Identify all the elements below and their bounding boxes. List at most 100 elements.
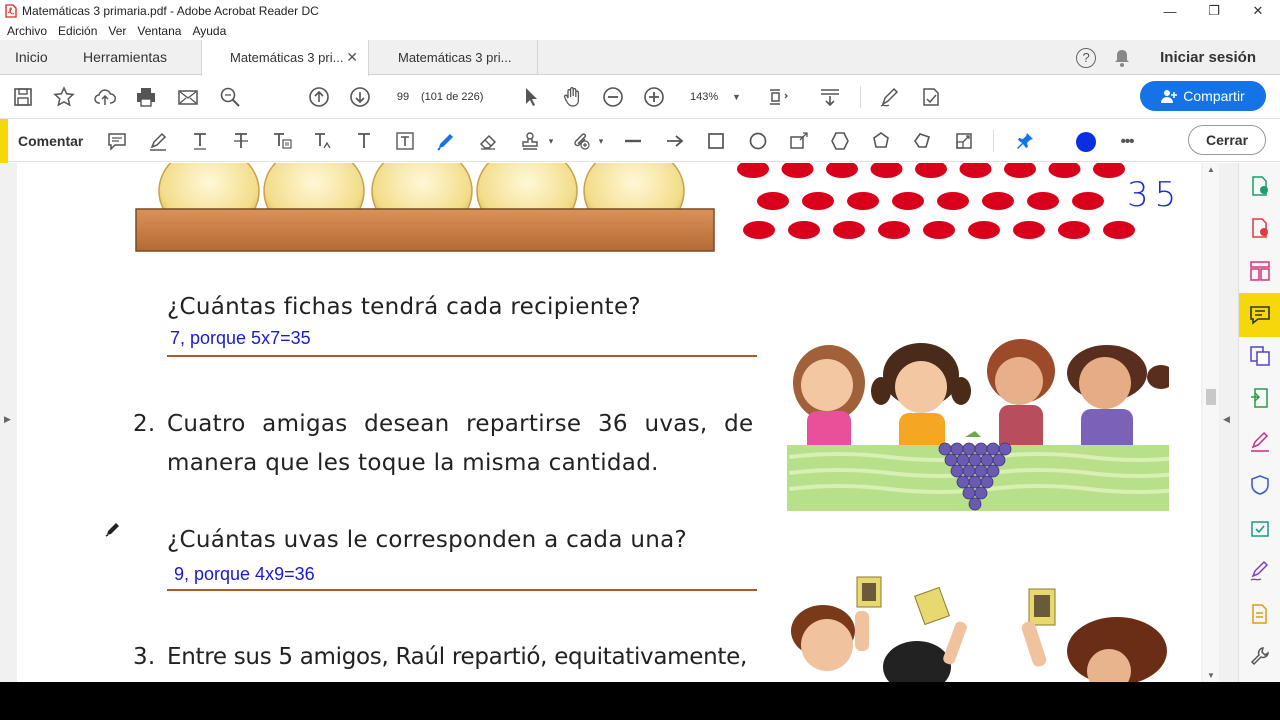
minimize-button[interactable]: —	[1148, 0, 1192, 22]
send-for-review-icon[interactable]	[1249, 517, 1271, 539]
red-chip	[937, 192, 969, 210]
close-window-button[interactable]: ✕	[1236, 0, 1280, 22]
fill-sign-icon[interactable]	[1249, 431, 1271, 453]
polygon-tool-icon[interactable]	[829, 130, 851, 152]
help-icon[interactable]: ?	[1076, 47, 1097, 68]
document-viewport[interactable]: ▶ 35 ¿Cuántas fichas tendrá cada recipie…	[0, 163, 1238, 682]
hand-tool-icon[interactable]	[560, 85, 584, 109]
acrobat-window: Matemáticas 3 primaria.pdf - Adobe Acrob…	[0, 0, 1280, 682]
close-comment-button[interactable]: Cerrar	[1188, 125, 1266, 155]
print-icon[interactable]	[134, 85, 158, 109]
red-chip	[788, 221, 820, 239]
prepare-form-icon[interactable]	[1249, 603, 1271, 625]
right-panel-toggle-icon[interactable]: ◀	[1223, 414, 1230, 425]
stamp-icon[interactable]	[519, 130, 541, 152]
red-chip	[743, 221, 775, 239]
text-callout-icon[interactable]	[953, 130, 975, 152]
underline-text-icon[interactable]	[189, 130, 211, 152]
red-chip	[1093, 163, 1125, 178]
request-signature-icon[interactable]	[1249, 560, 1271, 582]
rectangle-tool-icon[interactable]	[705, 130, 727, 152]
attach-dropdown-icon[interactable]: ▾	[590, 130, 612, 152]
zoom-dropdown-icon[interactable]: ▼	[732, 86, 741, 108]
create-pdf-icon[interactable]	[1249, 217, 1271, 239]
page-fit-icon[interactable]	[766, 85, 790, 109]
strikethrough-icon[interactable]	[230, 130, 252, 152]
menu-ventana[interactable]: Ventana	[137, 24, 181, 38]
sign-in-link[interactable]: Iniciar sesión	[1160, 49, 1256, 66]
q3-line-1: Entre sus 5 amigos, Raúl repartió, equit…	[167, 644, 747, 670]
sign-pen-icon[interactable]	[878, 85, 902, 109]
girls-with-grapes-illustration	[787, 339, 1169, 511]
draw-pencil-icon[interactable]	[435, 130, 457, 152]
save-icon[interactable]	[11, 85, 35, 109]
protect-shield-icon[interactable]	[1249, 474, 1271, 496]
pin-keep-tool-icon[interactable]	[1014, 130, 1036, 152]
left-panel-toggle-icon[interactable]: ▶	[4, 414, 11, 425]
send-for-signature-icon[interactable]	[919, 85, 943, 109]
next-page-icon[interactable]	[348, 85, 372, 109]
highlight-icon[interactable]	[147, 130, 169, 152]
callout-tool-icon[interactable]	[788, 130, 810, 152]
red-chip	[1013, 221, 1045, 239]
zoom-out-icon[interactable]	[601, 85, 625, 109]
insert-text-icon[interactable]	[312, 130, 334, 152]
more-options-icon[interactable]: •••	[1116, 130, 1138, 152]
tab-inicio[interactable]: Inicio	[0, 40, 63, 75]
attach-file-icon[interactable]	[570, 130, 592, 152]
tab-document-active[interactable]: Matemáticas 3 pri... ✕	[201, 40, 369, 76]
red-chip	[982, 192, 1014, 210]
search-icon[interactable]	[218, 85, 242, 109]
export-pdf-icon[interactable]	[1249, 175, 1271, 197]
tab-document-2[interactable]: Matemáticas 3 pri...	[370, 40, 538, 75]
add-text-icon[interactable]	[353, 130, 375, 152]
red-chip	[1027, 192, 1059, 210]
q2-answer[interactable]: 9, porque 4x9=36	[174, 564, 315, 585]
scroll-up-icon[interactable]: ▲	[1207, 165, 1215, 174]
zoom-in-icon[interactable]	[642, 85, 666, 109]
cloud-tool-icon[interactable]	[870, 130, 892, 152]
oval-tool-icon[interactable]	[747, 130, 769, 152]
polyline-tool-icon[interactable]	[911, 130, 933, 152]
tab-herramientas[interactable]: Herramientas	[68, 40, 182, 75]
tab-close-icon[interactable]: ✕	[346, 40, 358, 75]
sticky-note-icon[interactable]	[106, 130, 128, 152]
pen-color-picker[interactable]	[1076, 132, 1096, 152]
restore-button[interactable]: ❐	[1192, 0, 1236, 22]
replace-text-icon[interactable]	[271, 130, 293, 152]
menu-ver[interactable]: Ver	[108, 24, 126, 38]
menu-archivo[interactable]: Archivo	[7, 24, 47, 38]
combine-files-icon[interactable]	[1249, 345, 1271, 367]
compress-pdf-icon[interactable]	[1249, 387, 1271, 409]
upload-cloud-icon[interactable]	[93, 85, 117, 109]
text-box-icon[interactable]	[394, 130, 416, 152]
scrollbar-thumb[interactable]	[1206, 389, 1216, 405]
eraser-icon[interactable]	[477, 130, 499, 152]
more-tools-wrench-icon[interactable]	[1249, 645, 1271, 667]
bookmark-star-icon[interactable]	[52, 85, 76, 109]
menu-ayuda[interactable]: Ayuda	[192, 24, 226, 38]
email-icon[interactable]	[176, 85, 200, 109]
scroll-down-icon[interactable]: ▼	[1207, 671, 1215, 680]
zoom-level[interactable]: 143%	[690, 86, 718, 108]
organize-pages-icon[interactable]	[1249, 260, 1271, 282]
notifications-bell-icon[interactable]	[1114, 49, 1130, 67]
red-chip	[870, 163, 903, 178]
scroll-mode-icon[interactable]	[818, 85, 842, 109]
comment-tool-icon[interactable]	[1249, 304, 1271, 326]
stamp-dropdown-icon[interactable]: ▾	[540, 130, 562, 152]
vertical-scrollbar[interactable]: ▲ ▼	[1203, 163, 1219, 682]
pdf-page: 35 ¿Cuántas fichas tendrá cada recipient…	[17, 163, 1201, 682]
main-toolbar: 99 (101 de 226) 143% ▼	[0, 76, 1280, 118]
arrow-tool-icon[interactable]	[664, 130, 686, 152]
page-number-input[interactable]: 99	[389, 86, 417, 108]
red-chip	[847, 192, 879, 210]
previous-page-icon[interactable]	[307, 85, 331, 109]
tools-pane	[1238, 163, 1280, 682]
q1-answer[interactable]: 7, porque 5x7=35	[170, 328, 311, 349]
line-tool-icon[interactable]	[622, 130, 644, 152]
menu-edicion[interactable]: Edición	[58, 24, 97, 38]
share-button[interactable]: Compartir	[1140, 81, 1266, 111]
select-cursor-icon[interactable]	[519, 85, 543, 109]
red-chip	[737, 163, 769, 178]
